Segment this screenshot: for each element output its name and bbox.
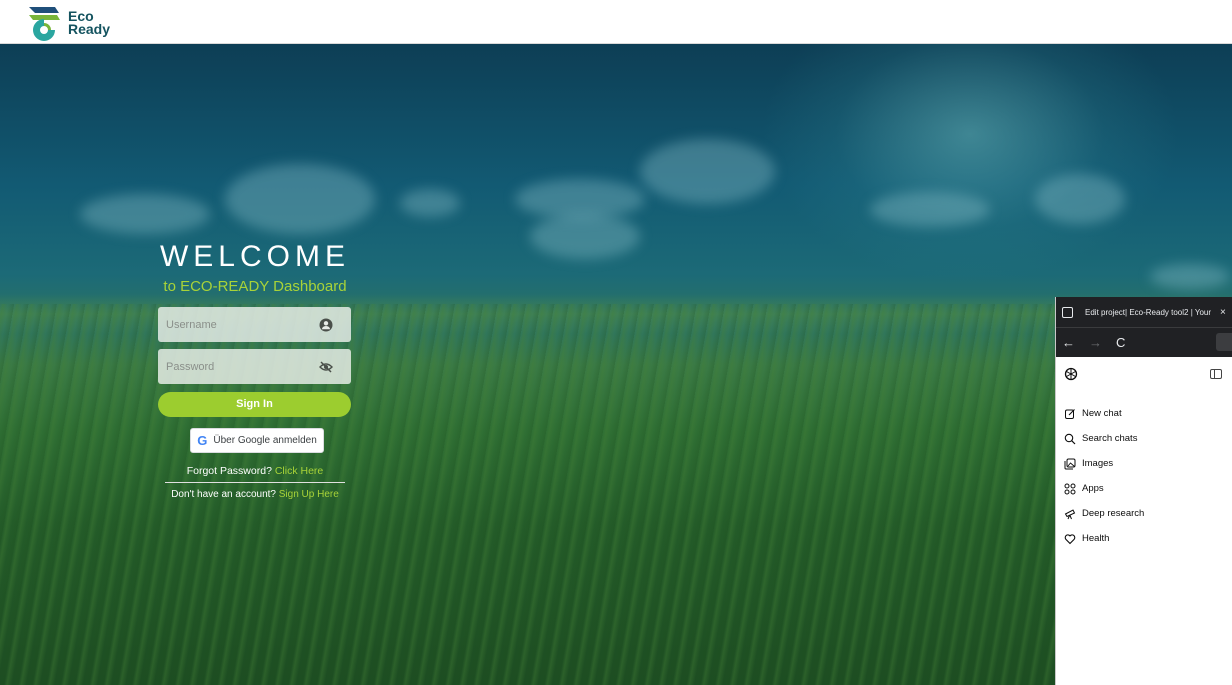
logo-text: Eco Ready — [68, 9, 111, 37]
forgot-password-row: Forgot Password? Click Here — [150, 465, 360, 477]
user-icon — [319, 318, 333, 332]
google-sign-in-label: Über Google anmelden — [213, 435, 317, 446]
heart-icon — [1064, 533, 1076, 544]
menu-label: Apps — [1082, 483, 1104, 494]
reload-icon[interactable]: C — [1116, 335, 1125, 350]
welcome-title: WELCOME — [159, 240, 350, 273]
cloud — [530, 214, 640, 259]
browser-tab-bar: Edit project| Eco-Ready tool2 | Your × — [1056, 297, 1232, 327]
tab-favicon-icon — [1062, 306, 1073, 318]
back-arrow-icon[interactable]: ← — [1062, 335, 1075, 350]
menu-item-health[interactable]: Health — [1056, 526, 1232, 551]
menu-item-search-chats[interactable]: Search chats — [1056, 426, 1232, 451]
eco-ready-logo[interactable]: Eco Ready — [27, 4, 127, 42]
forgot-password-link[interactable]: Click Here — [275, 465, 323, 477]
chat-sidebar-header — [1056, 357, 1232, 393]
menu-item-images[interactable]: Images — [1056, 451, 1232, 476]
password-field-wrapper — [158, 349, 351, 384]
cloud — [515, 179, 645, 219]
menu-label: Health — [1082, 533, 1110, 544]
shield-icon[interactable] — [1216, 333, 1232, 351]
eye-slash-icon[interactable] — [319, 360, 333, 374]
browser-window: Edit project| Eco-Ready tool2 | Your × ←… — [1055, 297, 1232, 685]
sign-up-text: Don't have an account? — [171, 489, 276, 500]
google-sign-in-button[interactable]: G Über Google anmelden — [190, 428, 324, 453]
apps-icon — [1064, 483, 1076, 494]
images-icon — [1064, 458, 1076, 469]
divider — [165, 482, 345, 483]
sign-in-button[interactable]: Sign In — [158, 392, 351, 417]
dashboard-subtitle: to ECO-READY Dashboard — [163, 278, 347, 295]
sidebar-toggle-icon[interactable] — [1210, 369, 1222, 379]
sign-up-row: Don't have an account? Sign Up Here — [150, 489, 360, 500]
browser-tab-title[interactable]: Edit project| Eco-Ready tool2 | Your — [1085, 308, 1219, 317]
telescope-icon — [1064, 508, 1076, 519]
password-input[interactable] — [158, 349, 308, 384]
menu-item-new-chat[interactable]: New chat — [1056, 401, 1232, 426]
cloud — [1035, 174, 1125, 224]
sign-up-link[interactable]: Sign Up Here — [279, 489, 339, 500]
tab-close-icon[interactable]: × — [1220, 307, 1226, 318]
cloud — [870, 192, 990, 227]
top-header: Eco Ready — [0, 0, 1232, 44]
cloud — [80, 194, 210, 234]
forgot-password-text: Forgot Password? — [186, 465, 272, 477]
menu-label: Search chats — [1082, 433, 1138, 444]
username-input[interactable] — [158, 307, 308, 342]
forward-arrow-icon[interactable]: → — [1089, 335, 1102, 350]
chatgpt-logo-icon[interactable] — [1064, 367, 1078, 381]
search-icon — [1064, 433, 1076, 444]
username-field-wrapper — [158, 307, 351, 342]
sunlight — [760, 44, 1180, 284]
menu-item-apps[interactable]: Apps — [1056, 476, 1232, 501]
logo-mark-icon — [29, 7, 60, 41]
edit-icon — [1065, 408, 1075, 419]
logo-line-2: Ready — [68, 21, 111, 37]
browser-nav-bar: ← → C — [1056, 327, 1232, 357]
cloud — [225, 164, 375, 234]
google-icon: G — [197, 433, 208, 448]
chat-menu: New chat Search chats Images Apps Deep r… — [1056, 393, 1232, 551]
menu-label: New chat — [1082, 408, 1122, 419]
menu-label: Images — [1082, 458, 1114, 469]
cloud — [400, 189, 460, 217]
cloud — [640, 139, 775, 204]
menu-item-deep-research[interactable]: Deep research — [1056, 501, 1232, 526]
cloud — [1150, 264, 1230, 289]
menu-label: Deep research — [1082, 508, 1145, 519]
